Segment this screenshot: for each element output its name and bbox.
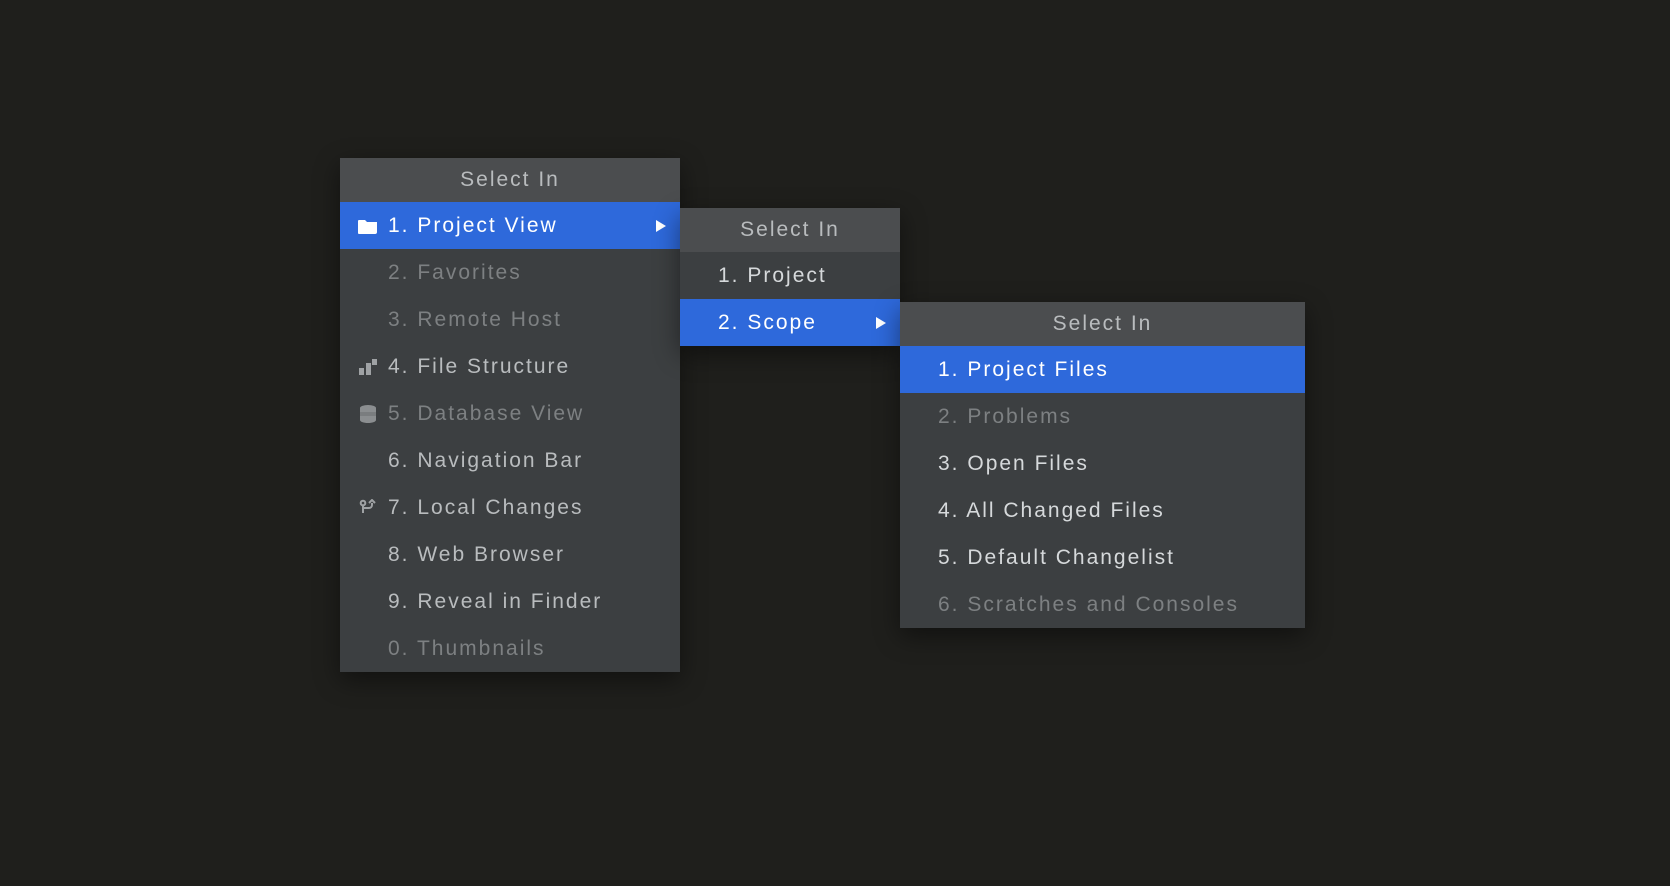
menu-item-label: 1. Project Files	[932, 358, 1291, 382]
menu-item-label: 5. Database View	[382, 402, 666, 426]
menu-item-local-changes[interactable]: 7. Local Changes	[340, 484, 680, 531]
menu-item-label: 9. Reveal in Finder	[382, 590, 666, 614]
menu-item-label: 8. Web Browser	[382, 543, 666, 567]
menu-item-label: 4. All Changed Files	[932, 499, 1291, 523]
menu-item-project-files[interactable]: 1. Project Files	[900, 346, 1305, 393]
submenu-arrow-icon	[876, 317, 886, 329]
branch-icon	[354, 499, 382, 517]
popup-title: Select In	[900, 302, 1305, 346]
menu-item-favorites[interactable]: 2. Favorites	[340, 249, 680, 296]
popup-title: Select In	[340, 158, 680, 202]
structure-icon	[354, 359, 382, 375]
submenu-arrow-icon	[656, 220, 666, 232]
select-in-popup-1: Select In 1. Project View 2. Favorites 3…	[340, 158, 680, 672]
menu-item-project-view[interactable]: 1. Project View	[340, 202, 680, 249]
menu-item-label: 2. Scope	[712, 311, 866, 335]
menu-item-label: 2. Favorites	[382, 261, 666, 285]
menu-item-file-structure[interactable]: 4. File Structure	[340, 343, 680, 390]
menu-item-label: 4. File Structure	[382, 355, 666, 379]
menu-item-label: 3. Open Files	[932, 452, 1291, 476]
menu-item-web-browser[interactable]: 8. Web Browser	[340, 531, 680, 578]
menu-item-scope[interactable]: 2. Scope	[680, 299, 900, 346]
menu-item-label: 6. Scratches and Consoles	[932, 593, 1291, 617]
select-in-popup-3: Select In 1. Project Files 2. Problems 3…	[900, 302, 1305, 628]
menu-item-scratches-and-consoles[interactable]: 6. Scratches and Consoles	[900, 581, 1305, 628]
menu-item-label: 0. Thumbnails	[382, 637, 666, 661]
menu-item-label: 1. Project View	[382, 214, 646, 238]
menu-item-all-changed-files[interactable]: 4. All Changed Files	[900, 487, 1305, 534]
menu-item-label: 3. Remote Host	[382, 308, 666, 332]
menu-item-problems[interactable]: 2. Problems	[900, 393, 1305, 440]
popup-title: Select In	[680, 208, 900, 252]
menu-item-thumbnails[interactable]: 0. Thumbnails	[340, 625, 680, 672]
menu-item-label: 1. Project	[712, 264, 886, 288]
menu-item-database-view[interactable]: 5. Database View	[340, 390, 680, 437]
menu-item-label: 2. Problems	[932, 405, 1291, 429]
menu-item-project[interactable]: 1. Project	[680, 252, 900, 299]
menu-item-default-changelist[interactable]: 5. Default Changelist	[900, 534, 1305, 581]
select-in-popup-2: Select In 1. Project 2. Scope	[680, 208, 900, 346]
menu-item-reveal-in-finder[interactable]: 9. Reveal in Finder	[340, 578, 680, 625]
menu-item-remote-host[interactable]: 3. Remote Host	[340, 296, 680, 343]
menu-item-label: 7. Local Changes	[382, 496, 666, 520]
menu-item-navigation-bar[interactable]: 6. Navigation Bar	[340, 437, 680, 484]
menu-item-label: 6. Navigation Bar	[382, 449, 666, 473]
menu-item-label: 5. Default Changelist	[932, 546, 1291, 570]
folder-icon	[354, 218, 382, 234]
database-icon	[354, 405, 382, 423]
menu-item-open-files[interactable]: 3. Open Files	[900, 440, 1305, 487]
